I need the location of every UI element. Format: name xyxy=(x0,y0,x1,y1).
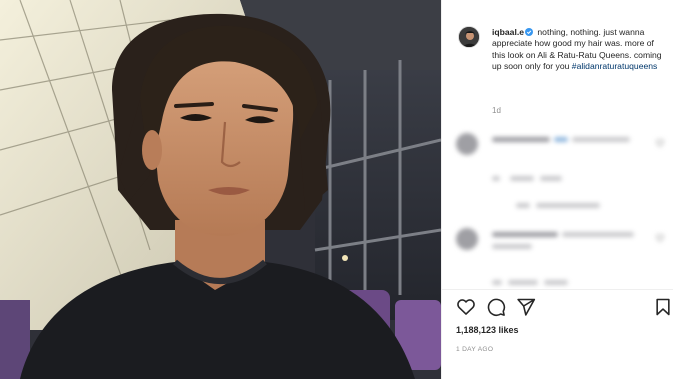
post-photo[interactable] xyxy=(0,0,441,379)
caption-timestamp: 1d xyxy=(492,106,501,115)
commenter-avatar xyxy=(456,228,478,250)
comment-button[interactable] xyxy=(486,297,506,317)
comment-blurred xyxy=(456,133,666,208)
username-link[interactable]: iqbaal.e xyxy=(492,27,524,37)
heart-icon xyxy=(457,299,475,315)
hashtag-link[interactable]: #alidanraturatuqueens xyxy=(572,61,658,71)
share-button[interactable] xyxy=(516,297,536,317)
comment-heart-icon[interactable] xyxy=(656,139,664,147)
comment-heart-icon[interactable] xyxy=(656,234,664,242)
comment-bubble-icon xyxy=(487,298,506,317)
avatar-image xyxy=(459,27,479,47)
selfie-image xyxy=(0,0,441,379)
likes-count[interactable]: 1,188,123 likes xyxy=(456,325,519,335)
avatar[interactable] xyxy=(458,26,480,48)
post-timestamp[interactable]: 1 DAY AGO xyxy=(456,346,493,353)
post-side-panel: iqbaal.e nothing, nothing. just wanna ap… xyxy=(441,0,673,379)
bookmark-icon xyxy=(656,298,670,316)
actions-divider xyxy=(442,289,673,290)
comment-blurred xyxy=(456,228,666,298)
paper-plane-icon xyxy=(517,298,536,316)
like-button[interactable] xyxy=(456,297,476,317)
instagram-post: iqbaal.e nothing, nothing. just wanna ap… xyxy=(0,0,673,379)
caption-text: iqbaal.e nothing, nothing. just wanna ap… xyxy=(492,27,666,73)
post-actions xyxy=(456,297,672,319)
save-button[interactable] xyxy=(653,297,673,317)
commenter-avatar xyxy=(456,133,478,155)
verified-badge-icon xyxy=(525,28,533,36)
